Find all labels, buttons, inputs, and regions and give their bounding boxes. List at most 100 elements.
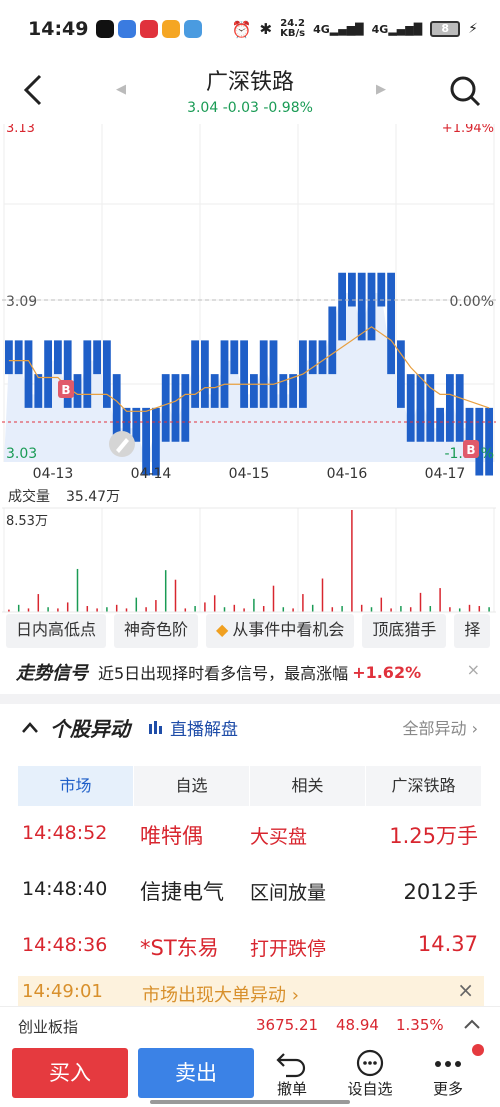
x-tick-label: 04-13 xyxy=(33,466,74,482)
status-time: 14:49 xyxy=(28,18,89,40)
all-anomalies-link[interactable]: 全部异动 › xyxy=(403,715,479,739)
pct-label-top: +1.94% xyxy=(442,124,494,136)
drawing-tool-icon[interactable] xyxy=(109,431,135,457)
tab-this-stock[interactable]: 广深铁路 xyxy=(366,766,482,806)
network-speed: 24.2 KB/s xyxy=(280,19,305,39)
volume-max-label: 8.53万 xyxy=(6,514,48,529)
bluetooth-icon: ✱ xyxy=(259,20,273,38)
search-icon[interactable] xyxy=(448,74,482,108)
home-indicator xyxy=(150,1100,350,1104)
next-stock-icon[interactable]: ▶ xyxy=(376,82,386,97)
x-tick-label: 04-14 xyxy=(131,466,172,482)
analysis-tool-tabs: 日内高低点 神奇色阶 ◆ 从事件中看机会 顶底猎手 择 xyxy=(0,614,500,648)
volume-label: 成交量 xyxy=(8,488,50,505)
section-divider xyxy=(0,694,500,704)
volume-total: 35.47万 xyxy=(66,489,120,505)
more-label: 更多 xyxy=(432,1080,463,1098)
undo-icon xyxy=(276,1053,306,1078)
anomaly-scope-tabs: 市场 自选 相关 广深铁路 xyxy=(18,766,482,806)
tool-tab-intraday-high-low[interactable]: 日内高低点 xyxy=(6,614,107,648)
status-bar: 14:49 ⏰ ✱ 24.2 KB/s 4G▂▄▆█ 4G▂▄▆█ 8 ⚡ xyxy=(0,0,500,58)
chevron-up-icon[interactable] xyxy=(462,1015,482,1035)
list-item[interactable]: 14:48:36 *ST东易 打开跌停 14.37 xyxy=(0,918,500,974)
anomaly-stock: 信捷电气 xyxy=(140,880,224,904)
charging-icon: ⚡ xyxy=(468,21,478,37)
net-type: 4G xyxy=(313,22,330,36)
app-notification-icon xyxy=(184,20,203,38)
price-label-top: 3.13 xyxy=(6,124,35,136)
live-bars-icon xyxy=(149,721,162,734)
stock-header: ◀ 广深铁路 3.04 -0.03 -0.98% ▶ xyxy=(0,58,500,124)
price-chart[interactable]: 3.13 +1.94% 3.09 0.00% 3.03 -1.94% 04-13… xyxy=(0,124,500,614)
tool-tab-color-scale[interactable]: 神奇色阶 xyxy=(114,614,199,648)
list-item[interactable]: 14:48:52 唯特偶 大买盘 1.25万手 xyxy=(0,806,500,862)
anomaly-stock: *ST东易 xyxy=(140,936,219,960)
signal-text: 近5日出现择时看多信号，最高涨幅 xyxy=(98,664,349,683)
chart-canvas[interactable]: 3.13 +1.94% 3.09 0.00% 3.03 -1.94% 04-13… xyxy=(0,124,500,614)
tab-related[interactable]: 相关 xyxy=(250,766,366,806)
anomaly-time: 14:48:40 xyxy=(22,878,108,900)
list-item[interactable]: 14:48:40 信捷电气 区间放量 2012手 xyxy=(0,862,500,918)
price-label-low: 3.03 xyxy=(6,446,37,462)
notice-time: 14:49:01 xyxy=(22,981,103,1002)
diamond-icon: ◆ xyxy=(216,620,229,639)
chat-dots-icon xyxy=(356,1049,384,1077)
anomaly-time: 14:48:36 xyxy=(22,934,108,956)
notice-text: 市场出现大单异动 › xyxy=(142,985,299,1006)
collapse-icon[interactable] xyxy=(20,720,40,734)
signal-brand: 走势信号 xyxy=(16,663,88,684)
buy-marker[interactable]: B xyxy=(58,380,74,398)
price-label-ref: 3.09 xyxy=(6,294,37,310)
alarm-icon: ⏰ xyxy=(231,19,252,39)
anomaly-value: 2012手 xyxy=(403,880,478,904)
app-notification-icon xyxy=(96,20,115,38)
big-order-notice[interactable]: 14:49:01 市场出现大单异动 › × xyxy=(18,976,484,1006)
live-label: 直播解盘 xyxy=(170,719,238,740)
signal-gain: +1.62% xyxy=(352,662,422,682)
bottom-action-bar: 买入 卖出 撤单 设自选 更多 xyxy=(0,1042,500,1107)
tab-market[interactable]: 市场 xyxy=(18,766,134,806)
signal-4g-icon: 4G▂▄▆█ xyxy=(313,22,364,36)
cancel-order-label: 撤单 xyxy=(276,1080,307,1098)
add-watchlist-label: 设自选 xyxy=(347,1080,393,1098)
more-dots-icon xyxy=(435,1061,461,1067)
live-commentary-button[interactable]: 直播解盘 xyxy=(148,715,238,740)
stock-anomaly-header: 个股异动 直播解盘 全部异动 › xyxy=(0,704,500,750)
pct-label-ref: 0.00% xyxy=(450,294,494,310)
notification-dot xyxy=(472,1044,484,1056)
anomaly-value: 14.37 xyxy=(417,932,478,956)
cancel-order-button[interactable]: 撤单 xyxy=(262,1046,322,1099)
buy-button[interactable]: 买入 xyxy=(12,1048,128,1098)
tool-tab-more[interactable]: 择 xyxy=(454,614,491,648)
anomaly-list: 14:48:52 唯特偶 大买盘 1.25万手 14:48:40 信捷电气 区间… xyxy=(0,806,500,974)
anomaly-event: 打开跌停 xyxy=(250,938,327,960)
app-notification-icon xyxy=(140,20,159,38)
tool-tab-top-bottom-hunter[interactable]: 顶底猎手 xyxy=(362,614,447,648)
x-tick-label: 04-16 xyxy=(327,466,368,482)
index-change: 48.94 xyxy=(336,1016,379,1034)
tab-watchlist[interactable]: 自选 xyxy=(134,766,250,806)
buy-marker-text: B xyxy=(61,383,70,397)
sell-button[interactable]: 卖出 xyxy=(138,1048,254,1098)
buy-marker[interactable]: B xyxy=(463,440,479,458)
quote-summary: 3.04 -0.03 -0.98% xyxy=(187,100,313,116)
trend-signal-banner[interactable]: 走势信号 近5日出现择时看多信号，最高涨幅 +1.62% × xyxy=(0,652,500,692)
add-watchlist-button[interactable]: 设自选 xyxy=(340,1046,400,1099)
anomaly-stock: 唯特偶 xyxy=(140,824,203,848)
index-percent: 1.35% xyxy=(396,1016,444,1034)
index-ticker[interactable]: 创业板指 3675.21 48.94 1.35% xyxy=(0,1006,500,1042)
x-tick-label: 04-17 xyxy=(425,466,466,482)
app-notification-icon xyxy=(118,20,137,38)
app-notification-icon xyxy=(162,20,181,38)
close-icon[interactable]: × xyxy=(467,660,480,679)
close-icon[interactable]: × xyxy=(457,978,474,1002)
tool-tab-label: 从事件中看机会 xyxy=(232,620,345,639)
speed-unit: KB/s xyxy=(280,28,306,39)
anomaly-event: 大买盘 xyxy=(250,826,308,848)
signal-4g-icon: 4G▂▄▆█ xyxy=(371,22,423,36)
net-type: 4G xyxy=(371,22,389,36)
anomaly-time: 14:48:52 xyxy=(22,822,108,844)
more-button[interactable]: 更多 xyxy=(418,1046,478,1099)
anomaly-event: 区间放量 xyxy=(250,882,327,904)
tool-tab-event-opportunity[interactable]: ◆ 从事件中看机会 xyxy=(206,614,355,648)
